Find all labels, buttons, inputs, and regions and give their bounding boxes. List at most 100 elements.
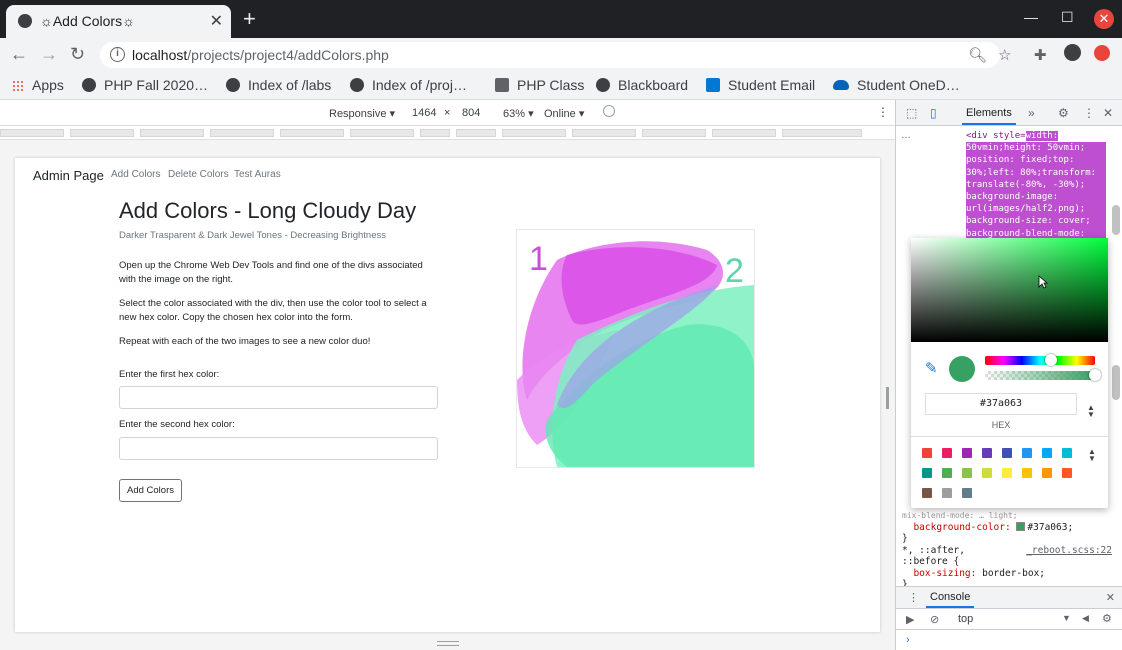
first-hex-input[interactable] <box>119 386 438 409</box>
bookmark-star-icon[interactable]: ☆ <box>998 46 1011 64</box>
onedrive-icon <box>833 80 849 90</box>
viewport-resize-handle[interactable] <box>886 387 889 409</box>
palette-color-chip[interactable] <box>962 448 972 458</box>
ellipsis-icon[interactable]: … <box>901 130 911 141</box>
palette-color-chip[interactable] <box>942 448 952 458</box>
palette-color-chip[interactable] <box>1002 448 1012 458</box>
tab-elements[interactable]: Elements <box>962 107 1016 125</box>
browser-tab[interactable]: ☼Add Colors☼ ✕ <box>6 5 231 38</box>
palette-color-chip[interactable] <box>1002 468 1012 478</box>
url-text: localhost/projects/project4/addColors.ph… <box>132 47 389 63</box>
nav-link-add-colors[interactable]: Add Colors <box>111 169 160 180</box>
hue-slider[interactable] <box>985 354 1095 366</box>
devtools-menu-icon[interactable]: ⋮ <box>1083 106 1095 120</box>
minimize-icon[interactable]: — <box>1024 9 1038 25</box>
clear-console-icon[interactable]: ⊘ <box>930 613 939 626</box>
globe-icon <box>18 14 32 28</box>
color-swatch-icon[interactable] <box>1016 521 1026 531</box>
drawer-close-icon[interactable]: ✕ <box>1106 591 1115 604</box>
inspect-element-icon[interactable]: ⬚ <box>906 106 917 120</box>
bookmark-projects[interactable]: Index of /proj… <box>350 77 467 93</box>
bookmark-labs[interactable]: Index of /labs <box>226 77 331 93</box>
alpha-slider[interactable] <box>985 369 1101 381</box>
alpha-slider-handle[interactable] <box>1089 369 1101 381</box>
palette-color-chip[interactable] <box>922 448 932 458</box>
device-mode-select[interactable]: Responsive ▾ <box>329 107 395 120</box>
console-prompt-icon[interactable]: › <box>906 634 910 646</box>
drawer-menu-icon[interactable]: ⋮ <box>908 591 919 604</box>
navbar-brand[interactable]: Admin Page <box>33 168 104 183</box>
device-toggle-icon[interactable]: ▯ <box>930 106 937 120</box>
code-line: translate(-80%, -30%); <box>966 178 1106 192</box>
palette-color-chip[interactable] <box>982 448 992 458</box>
tab-close-icon[interactable]: ✕ <box>210 11 223 31</box>
console-settings-icon[interactable]: ⚙ <box>1102 612 1112 625</box>
viewport-bottom-resize-handle[interactable] <box>437 641 459 646</box>
palette-color-chip[interactable] <box>962 468 972 478</box>
bookmark-student-email[interactable]: Student Email <box>706 77 815 93</box>
bookmark-php-class[interactable]: PHP Class <box>495 77 584 93</box>
code-line: background-image: <box>966 191 1106 204</box>
devtools-close-icon[interactable]: ✕ <box>1103 106 1113 120</box>
site-info-icon[interactable]: i <box>110 47 125 62</box>
bookmark-onedrive[interactable]: Student OneD… <box>833 77 960 93</box>
hex-value-field[interactable]: #37a063 <box>925 393 1077 415</box>
media-query-bar[interactable] <box>0 126 895 140</box>
palette-color-chip[interactable] <box>1062 448 1072 458</box>
nav-link-test-auras[interactable]: Test Auras <box>234 169 281 180</box>
elements-scrollbar[interactable] <box>1112 205 1120 235</box>
saturation-value-area[interactable] <box>911 238 1108 342</box>
source-link[interactable]: _reboot.scss:22 <box>1026 545 1112 557</box>
rotate-icon[interactable] <box>603 105 615 117</box>
styles-scrollbar[interactable] <box>1112 365 1120 400</box>
palette-color-chip[interactable] <box>942 468 952 478</box>
zoom-icon[interactable]: 🔍︎ <box>968 46 987 64</box>
palette-color-chip[interactable] <box>962 488 972 498</box>
viewport-width-field[interactable]: 1464 <box>412 107 436 119</box>
new-tab-icon[interactable]: + <box>243 8 256 30</box>
viewport-height-field[interactable]: 804 <box>462 107 480 119</box>
palette-color-chip[interactable] <box>1022 468 1032 478</box>
network-throttle-select[interactable]: Online ▾ <box>544 107 584 120</box>
elements-dom-tree[interactable]: <div style=width: 50vmin;height: 50vmin;… <box>966 130 1106 240</box>
extension-badge-icon[interactable] <box>1094 45 1110 61</box>
more-options-icon[interactable]: ⋮ <box>877 105 889 119</box>
window-close-icon[interactable]: ✕ <box>1094 9 1114 29</box>
nav-link-delete-colors[interactable]: Delete Colors <box>168 169 229 180</box>
extensions-icon[interactable]: ✚ <box>1034 46 1047 64</box>
palette-color-chip[interactable] <box>1062 468 1072 478</box>
format-toggle-icon[interactable]: ▲ ▼ <box>1087 404 1095 419</box>
page-title: Add Colors - Long Cloudy Day <box>119 198 417 223</box>
palette-color-chip[interactable] <box>1042 468 1052 478</box>
chevron-left-icon[interactable]: ◀ <box>1082 613 1089 624</box>
palette-color-chip[interactable] <box>1022 448 1032 458</box>
reload-icon[interactable]: ↻ <box>70 44 85 65</box>
profile-icon[interactable] <box>1064 44 1081 61</box>
tab-console[interactable]: Console <box>925 591 975 608</box>
web-page: Admin Page Add Colors Delete Colors Test… <box>15 158 880 632</box>
palette-color-chip[interactable] <box>1042 448 1052 458</box>
palette-color-chip[interactable] <box>942 488 952 498</box>
chevron-down-icon[interactable]: ▼ <box>1062 613 1071 623</box>
bookmark-blackboard[interactable]: Blackboard <box>596 77 688 93</box>
second-hex-input[interactable] <box>119 437 438 460</box>
forward-icon[interactable]: → <box>40 44 58 65</box>
back-icon[interactable]: ← <box>10 44 28 65</box>
zoom-select[interactable]: 63% ▾ <box>503 107 534 120</box>
more-tabs-icon[interactable]: » <box>1028 106 1035 120</box>
show-sidebar-icon[interactable]: ▶ <box>906 613 914 626</box>
bookmark-apps[interactable]: Apps <box>12 77 64 93</box>
settings-gear-icon[interactable]: ⚙ <box>1058 106 1069 120</box>
eyedropper-icon[interactable]: ✎ <box>925 359 938 377</box>
palette-switch-icon[interactable]: ▲ ▼ <box>1088 448 1096 463</box>
hue-slider-handle[interactable] <box>1045 354 1057 366</box>
address-bar[interactable]: i localhost/projects/project4/addColors.… <box>100 42 1000 68</box>
palette-color-chip[interactable] <box>982 468 992 478</box>
context-select[interactable]: top <box>958 613 973 625</box>
palette-color-chip[interactable] <box>922 488 932 498</box>
add-colors-button[interactable]: Add Colors <box>119 479 182 502</box>
bookmark-php-fall[interactable]: PHP Fall 2020… <box>82 77 208 93</box>
maximize-icon[interactable]: ☐ <box>1061 9 1074 26</box>
current-color-swatch <box>949 356 975 382</box>
palette-color-chip[interactable] <box>922 468 932 478</box>
